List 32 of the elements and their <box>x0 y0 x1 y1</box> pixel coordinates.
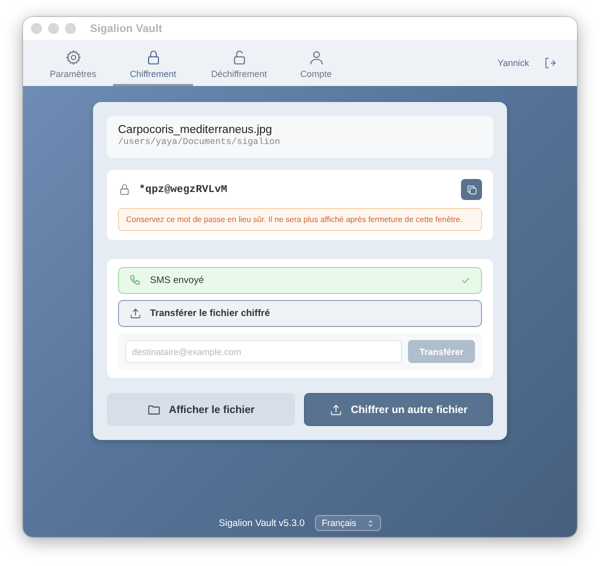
window-title: Sigalion Vault <box>90 22 162 34</box>
version-text: Sigalion Vault v5.3.0 <box>218 518 305 528</box>
file-name: Carpocoris_mediterraneus.jpg <box>118 124 274 136</box>
person-icon <box>308 49 324 66</box>
window-control[interactable] <box>65 23 76 34</box>
upload-icon <box>129 307 142 320</box>
file-path: /users/yaya/Documents/sigalion <box>118 137 282 147</box>
upload-icon <box>328 402 343 416</box>
tab[interactable]: Compte <box>285 40 347 86</box>
lock-icon <box>118 183 131 196</box>
user-name: Yannick <box>498 58 529 68</box>
chevrons-icon <box>366 518 376 528</box>
warning-message: Conservez ce mot de passe en lieu sûr. Il ne sera plus affiché après fermeture de cette fenêtre. <box>118 208 482 231</box>
email-field[interactable]: destinataire@example.com <box>125 340 402 363</box>
folder-icon <box>146 402 161 416</box>
language-select[interactable]: Français <box>314 515 382 531</box>
tab[interactable]: Déchiffrement <box>193 40 285 86</box>
phone-icon <box>129 274 142 287</box>
encrypt-button[interactable]: Chiffrer un autre fichier <box>304 393 493 426</box>
check-icon <box>460 275 471 286</box>
copy-icon <box>466 184 478 196</box>
password-text: *qpz@wegzRVLvM <box>139 184 228 196</box>
logout-button[interactable] <box>543 56 557 70</box>
show-file-button[interactable]: Afficher le fichier <box>107 393 294 426</box>
gear-icon <box>64 49 82 66</box>
transfer-toggle[interactable]: Transférer le fichier chiffré <box>118 300 482 327</box>
copy-button[interactable] <box>461 179 482 200</box>
logout-icon <box>543 56 557 70</box>
sms-status: SMS envoyé <box>118 267 482 294</box>
window-control[interactable] <box>48 23 59 34</box>
window-control[interactable] <box>31 23 42 34</box>
tab[interactable]: Paramètres <box>33 40 113 86</box>
